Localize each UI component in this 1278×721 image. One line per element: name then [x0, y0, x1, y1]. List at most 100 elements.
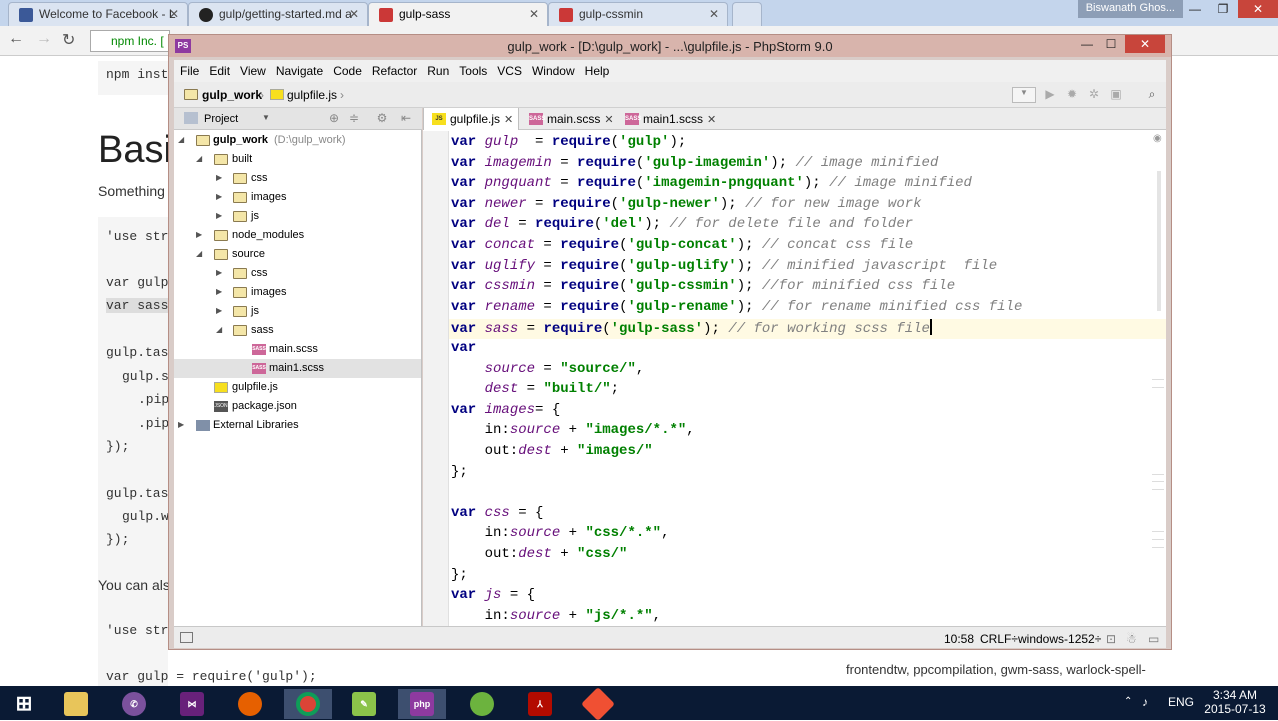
maximize-icon[interactable]: ☐	[1097, 35, 1125, 53]
editor-tab-main1-scss[interactable]: SASS main1.scss ✕	[617, 108, 717, 130]
menu-navigate[interactable]: Navigate	[270, 60, 327, 78]
code-line[interactable]: in:source + "css/*.*",	[451, 525, 670, 545]
taskbar-firefox[interactable]	[226, 689, 274, 719]
tree-item-css[interactable]: ▶ css	[174, 264, 421, 283]
chevron-down-icon[interactable]: ◢	[196, 154, 202, 163]
taskbar-viber[interactable]: ✆	[110, 689, 158, 719]
close-icon[interactable]: ✕	[169, 7, 179, 21]
chevron-right-icon[interactable]: ▶	[216, 211, 222, 220]
code-line[interactable]: var sass = require('gulp-sass'); // for …	[449, 319, 1166, 340]
tree-item-source[interactable]: ◢ source	[174, 245, 421, 264]
inspector-icon[interactable]: ☃	[1126, 632, 1137, 646]
collapse-all-icon[interactable]: ≑	[346, 111, 362, 127]
code-line[interactable]: var newer = require('gulp-newer'); // fo…	[451, 196, 922, 216]
run-config-dropdown[interactable]: ▼	[1012, 87, 1036, 103]
file-encoding[interactable]: windows-1252÷	[1018, 632, 1101, 646]
tree-item-package-json[interactable]: JSON package.json	[174, 397, 421, 416]
code-line[interactable]: in:source + "js/*.*",	[451, 608, 661, 628]
code-line[interactable]: var images= {	[451, 402, 560, 422]
close-icon[interactable]: ✕	[349, 7, 359, 21]
forward-icon[interactable]: →	[36, 30, 52, 48]
run-icon[interactable]: ▶	[1042, 87, 1058, 103]
taskbar-acrobat[interactable]: ⅄	[516, 689, 564, 719]
back-icon[interactable]: ←	[8, 30, 24, 48]
close-icon[interactable]: ✕	[604, 114, 613, 126]
tree-item-images[interactable]: ▶ images	[174, 283, 421, 302]
chevron-right-icon[interactable]: ▶	[216, 306, 222, 315]
code-line[interactable]: };	[451, 464, 468, 484]
minimize-icon[interactable]: —	[1180, 0, 1210, 18]
menu-file[interactable]: File	[174, 60, 203, 78]
tree-item-gulpfile[interactable]: gulpfile.js	[174, 378, 421, 397]
code-line[interactable]: var pngquant = require('imagemin-pngquan…	[451, 175, 972, 195]
menu-view[interactable]: View	[234, 60, 270, 78]
speaker-icon[interactable]: ♪	[1142, 695, 1148, 709]
hide-panel-icon[interactable]: ⇤	[398, 111, 414, 127]
breadcrumb-project[interactable]: gulp_work	[202, 88, 262, 102]
editor-tab-gulpfile[interactable]: JS gulpfile.js ✕	[423, 108, 519, 130]
close-icon[interactable]: ✕	[709, 7, 719, 21]
browser-tab-facebook[interactable]: Welcome to Facebook - L ✕	[8, 2, 188, 26]
menu-vcs[interactable]: VCS	[491, 60, 526, 78]
code-line[interactable]: dest = "built/";	[451, 381, 619, 401]
tree-item-js[interactable]: ▶ js	[174, 207, 421, 226]
close-icon[interactable]: ✕	[504, 114, 513, 126]
debug-icon[interactable]: ✹	[1064, 87, 1080, 103]
browser-tab-gulp-sass[interactable]: gulp-sass ✕	[368, 2, 548, 26]
tree-item-built[interactable]: ◢ built	[174, 150, 421, 169]
code-editor[interactable]: JS gulpfile.js ✕ SASS main.scss ✕ SASS mai…	[423, 108, 1166, 626]
menu-code[interactable]: Code	[327, 60, 366, 78]
maximize-icon[interactable]: ❐	[1208, 0, 1238, 18]
menu-help[interactable]: Help	[579, 60, 614, 78]
language-indicator[interactable]: ENG	[1168, 695, 1194, 709]
caret-position[interactable]: 10:58	[944, 632, 974, 646]
chevron-right-icon[interactable]: ▶	[216, 173, 222, 182]
code-line[interactable]: var rename = require('gulp-rename'); // …	[451, 299, 1022, 319]
menu-run[interactable]: Run	[421, 60, 453, 78]
close-window-button[interactable]: ✕	[1238, 0, 1278, 18]
gear-icon[interactable]: ⚙	[374, 111, 390, 127]
taskbar-git[interactable]	[574, 687, 622, 721]
browser-tab-github[interactable]: gulp/getting-started.md a ✕	[188, 2, 368, 26]
chevron-right-icon[interactable]: ▶	[216, 268, 222, 277]
new-tab-button[interactable]	[732, 2, 762, 26]
address-bar[interactable]: npm Inc. [	[90, 30, 170, 52]
search-icon[interactable]: ⌕	[1144, 87, 1160, 103]
tray-up-icon[interactable]: ⌃	[1124, 696, 1132, 707]
chevron-down-icon[interactable]: ◢	[216, 325, 222, 334]
taskbar-notepad[interactable]: ✎	[340, 689, 388, 719]
event-log-icon[interactable]: ▭	[1148, 632, 1159, 646]
breadcrumb-file[interactable]: gulpfile.js	[287, 88, 337, 102]
code-line[interactable]: var cssmin = require('gulp-cssmin'); //f…	[451, 278, 955, 298]
system-clock[interactable]: 3:34 AM 2015-07-13	[1200, 688, 1270, 716]
stop-icon[interactable]: ▣	[1108, 87, 1124, 103]
editor-tab-main-scss[interactable]: SASS main.scss ✕	[521, 108, 617, 130]
line-separator[interactable]: CRLF÷	[980, 632, 1018, 646]
tree-item-main1-scss[interactable]: SASS main1.scss	[174, 359, 421, 378]
menu-edit[interactable]: Edit	[203, 60, 234, 78]
taskbar-file-explorer[interactable]	[52, 689, 100, 719]
chevron-down-icon[interactable]: ▼	[262, 113, 270, 122]
code-line[interactable]: var	[451, 340, 476, 360]
code-line[interactable]: var concat = require('gulp-concat'); // …	[451, 237, 913, 257]
menu-tools[interactable]: Tools	[453, 60, 491, 78]
code-line[interactable]: var uglify = require('gulp-uglify'); // …	[451, 258, 997, 278]
code-line[interactable]: out:dest + "images/"	[451, 443, 653, 463]
project-label[interactable]: Project	[204, 113, 238, 125]
target-icon[interactable]: ⊕	[326, 111, 342, 127]
tree-item-images[interactable]: ▶ images	[174, 188, 421, 207]
code-line[interactable]: var css = {	[451, 505, 543, 525]
start-button[interactable]: ⊞	[0, 689, 48, 719]
tree-item-main-scss[interactable]: SASS main.scss	[174, 340, 421, 359]
tree-item-css[interactable]: ▶ css	[174, 169, 421, 188]
chevron-right-icon[interactable]: ▶	[178, 420, 184, 429]
code-line[interactable]: in:source + "images/*.*",	[451, 422, 695, 442]
editor-scrollbar[interactable]: ◉	[1149, 131, 1166, 626]
tree-item-js[interactable]: ▶ js	[174, 302, 421, 321]
tree-item-node_modules[interactable]: ▶ node_modules	[174, 226, 421, 245]
tree-item-external-libraries[interactable]: ▶ External Libraries	[174, 416, 421, 435]
tree-item-gulp_work[interactable]: ◢ gulp_work (D:\gulp_work)	[174, 131, 421, 150]
taskbar-phpstorm[interactable]: php	[398, 689, 446, 719]
code-line[interactable]: out:dest + "css/"	[451, 546, 628, 566]
menu-window[interactable]: Window	[526, 60, 579, 78]
